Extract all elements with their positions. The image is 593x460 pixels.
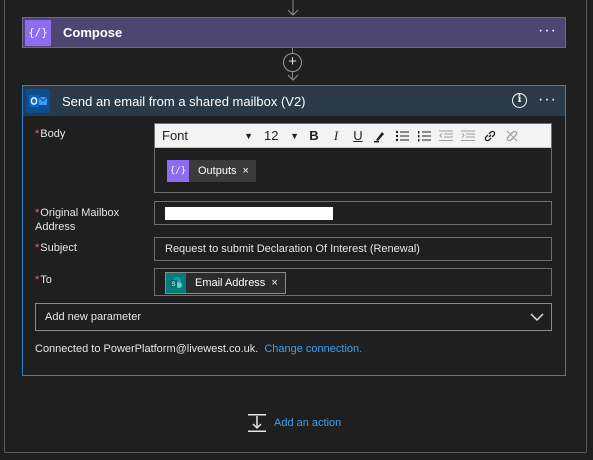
expression-icon: {/} [25, 19, 51, 46]
token-label: Outputs [198, 165, 237, 177]
underline-button[interactable]: U [347, 126, 369, 146]
sharepoint-icon: S [166, 273, 186, 293]
insert-step-button[interactable]: + [283, 53, 302, 72]
send-email-action-card: Send an email from a shared mailbox (V2)… [22, 85, 566, 376]
bullet-list-icon[interactable] [391, 126, 413, 146]
add-an-action-button[interactable]: Add an action [248, 413, 341, 433]
remove-token-button[interactable]: × [243, 165, 256, 177]
connection-info: Connected to PowerPlatform@livewest.co.u… [35, 343, 362, 355]
body-label: *Body [35, 127, 65, 141]
remove-token-button[interactable]: × [271, 277, 284, 289]
original-mailbox-label-line1: Original Mailbox [40, 207, 120, 219]
action-title: Send an email from a shared mailbox (V2) [62, 93, 306, 109]
svg-text:S: S [171, 282, 175, 288]
flow-arrow-icon [287, 0, 299, 16]
to-input[interactable]: S Email Address × [154, 268, 552, 296]
caret-down-icon: ▼ [244, 130, 253, 141]
bold-button[interactable]: B [303, 126, 325, 146]
compose-title: Compose [63, 25, 123, 40]
change-connection-link[interactable]: Change connection. [264, 343, 362, 355]
chevron-down-icon [287, 74, 299, 81]
token-label: Email Address [195, 277, 266, 289]
caret-down-icon: ▼ [290, 130, 299, 141]
add-an-action-label: Add an action [274, 417, 342, 429]
body-editor[interactable]: Font ▼ 12 ▼ B I U {/} Outputs × [154, 123, 552, 193]
original-mailbox-label-line2: Address [35, 221, 76, 233]
font-size-dropdown[interactable]: 12 ▼ [261, 127, 299, 145]
highlight-pen-icon[interactable] [369, 126, 391, 146]
more-options-icon[interactable]: ··· [538, 91, 557, 109]
increase-indent-icon[interactable] [457, 126, 479, 146]
subject-input[interactable]: Request to submit Declaration Of Interes… [154, 237, 552, 261]
insert-step-icon [248, 414, 266, 432]
subject-label-text: Subject [40, 242, 77, 254]
body-label-text: Body [40, 128, 66, 140]
expression-icon: {/} [167, 160, 189, 182]
required-mark: * [35, 128, 40, 140]
compose-action-card[interactable]: {/} Compose ··· [22, 17, 566, 48]
outputs-token[interactable]: {/} Outputs × [167, 160, 256, 182]
info-icon[interactable]: i [512, 93, 527, 108]
original-mailbox-label: *Original Mailbox Address [35, 206, 119, 234]
font-dropdown[interactable]: Font ▼ [159, 127, 255, 145]
required-mark: * [35, 207, 40, 219]
decrease-indent-icon[interactable] [435, 126, 457, 146]
add-new-parameter-dropdown[interactable]: Add new parameter [35, 303, 552, 331]
connection-text: Connected to PowerPlatform@livewest.co.u… [35, 343, 259, 355]
more-options-icon[interactable]: ··· [538, 22, 557, 40]
required-mark: * [35, 274, 40, 286]
rich-text-toolbar: Font ▼ 12 ▼ B I U [155, 124, 551, 148]
required-mark: * [35, 242, 40, 254]
outlook-icon [26, 89, 50, 113]
font-dropdown-value: Font [162, 128, 189, 143]
unlink-icon[interactable] [501, 126, 523, 146]
to-label: *To [35, 273, 52, 287]
to-label-text: To [40, 274, 52, 286]
font-size-value: 12 [264, 128, 279, 143]
action-header[interactable]: Send an email from a shared mailbox (V2)… [23, 86, 565, 116]
chevron-down-icon [530, 313, 544, 321]
add-new-parameter-label: Add new parameter [45, 311, 141, 323]
expression-icon-glyph: {/} [169, 166, 187, 176]
redacted-value [165, 207, 333, 220]
subject-value: Request to submit Declaration Of Interes… [165, 243, 420, 255]
email-address-token[interactable]: S Email Address × [165, 272, 286, 294]
subject-label: *Subject [35, 241, 77, 255]
italic-button[interactable]: I [325, 126, 347, 146]
link-icon[interactable] [479, 126, 501, 146]
numbered-list-icon[interactable] [413, 126, 435, 146]
